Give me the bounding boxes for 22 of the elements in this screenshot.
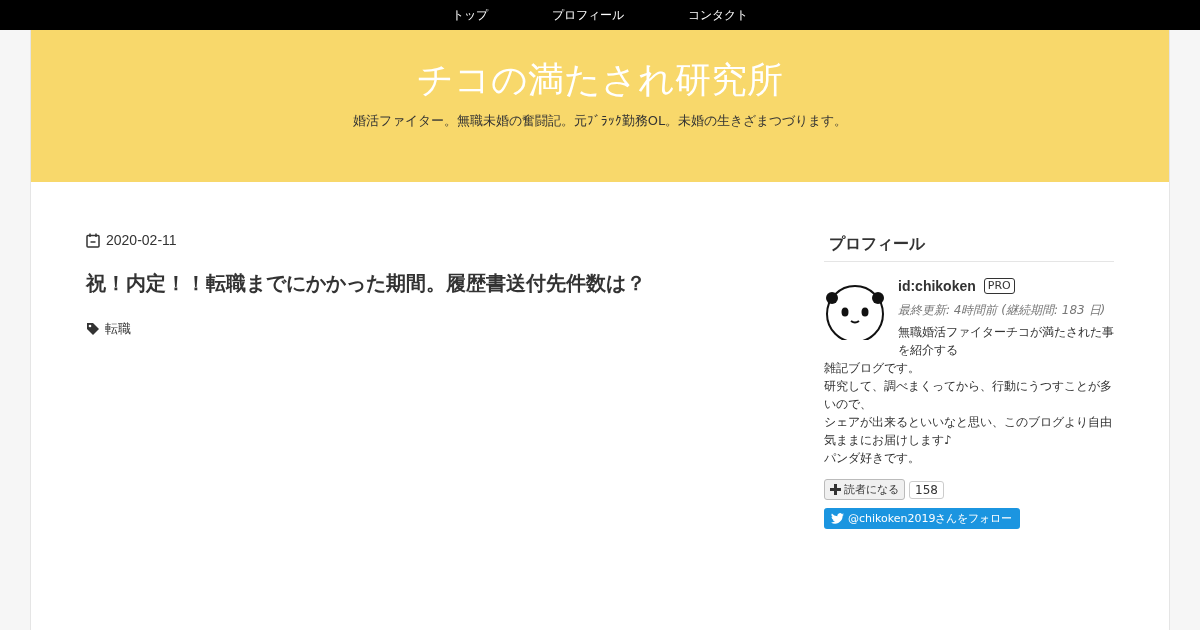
profile-description-line: パンダ好きです。 bbox=[824, 450, 921, 467]
sidebar-heading: プロフィール bbox=[824, 234, 1114, 262]
pro-badge: PRO bbox=[983, 278, 1015, 294]
plus-icon bbox=[830, 484, 841, 495]
subscriber-count: 158 bbox=[909, 480, 944, 499]
post-date: 2020-02-11 bbox=[106, 232, 177, 248]
nav-link[interactable]: コンタクト bbox=[656, 0, 780, 30]
user-id-link[interactable]: id:chikoken bbox=[898, 278, 976, 294]
blog-tagline: 婚活ファイター。無職未婚の奮闘記。元ﾌﾞﾗｯｸ勤務OL。未婚の生きざまつづります。 bbox=[351, 112, 849, 130]
profile-description-line: 研究して、調べまくってから、行動にうつすことが多いので、 bbox=[824, 378, 1113, 413]
calendar-icon bbox=[86, 232, 100, 248]
last-updated-text: 最終更新: 4時間前 (継続期間: 183 日) bbox=[897, 302, 1107, 319]
subscribe-button[interactable]: 読者になる bbox=[824, 479, 905, 500]
profile-description-line: 雑記ブログです。 bbox=[824, 360, 921, 377]
nav-link[interactable]: トップ bbox=[420, 0, 520, 30]
profile-description-line: シェアが出来るといいなと思い、このブログより自由気ままにお届けします♪ bbox=[824, 414, 1113, 449]
tag-icon bbox=[86, 322, 100, 336]
article-title[interactable]: 祝！内定！！転職までにかかった期間。履歴書送付先件数は？ bbox=[86, 268, 824, 298]
category-link[interactable]: 転職 bbox=[105, 320, 131, 338]
nav-link[interactable]: プロフィール bbox=[520, 0, 656, 30]
bird-icon bbox=[831, 513, 844, 524]
profile-description-line: 無職婚活ファイターチコが満たされた事を紹介する bbox=[897, 324, 1114, 359]
